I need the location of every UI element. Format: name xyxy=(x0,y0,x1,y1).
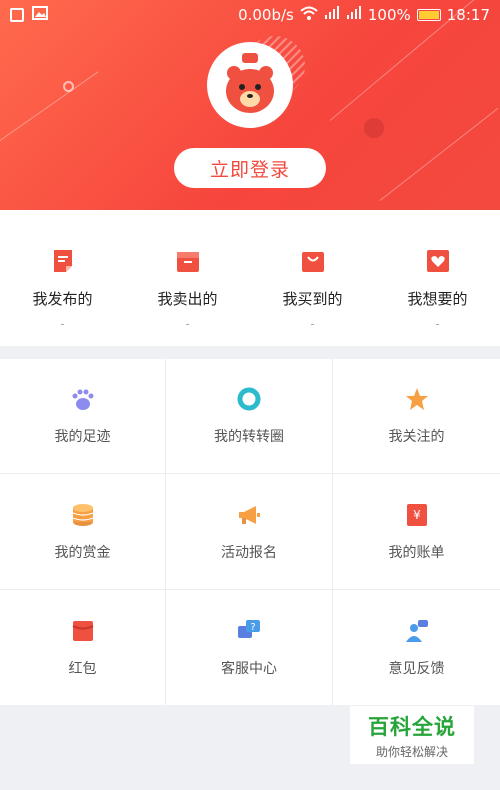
watermark-title: 百科全说 xyxy=(368,714,456,739)
wifi-icon xyxy=(300,6,318,24)
avatar[interactable] xyxy=(207,42,293,128)
menu-item-following[interactable]: 我关注的 xyxy=(333,359,500,474)
quick-item-sold[interactable]: 我卖出的 - xyxy=(125,210,250,346)
decoration-ring xyxy=(63,81,74,92)
quick-item-count: - xyxy=(435,317,440,331)
bear-mascot-icon xyxy=(226,53,274,113)
quick-item-count: - xyxy=(310,317,315,331)
menu-item-customer-service[interactable]: ? 客服中心 xyxy=(166,590,333,705)
menu-item-feedback[interactable]: 意见反馈 xyxy=(333,590,500,705)
battery-percent: 100% xyxy=(367,6,411,24)
circle-icon xyxy=(237,387,261,411)
quick-item-label: 我发布的 xyxy=(32,290,93,308)
decoration-line xyxy=(379,107,499,201)
red-packet-icon xyxy=(72,620,93,641)
menu-item-label: 我关注的 xyxy=(388,429,445,445)
megaphone-icon xyxy=(239,505,260,524)
quick-item-bought[interactable]: 我买到的 - xyxy=(250,210,375,346)
net-speed: 0.00b/s xyxy=(238,6,294,24)
wishlist-heart-icon xyxy=(426,250,449,272)
watermark-logo: 百科全说 助你轻松解决 xyxy=(350,706,474,764)
coins-icon xyxy=(72,503,93,526)
shopping-bag-icon xyxy=(301,252,324,272)
quick-item-count: - xyxy=(60,317,65,331)
quick-item-label: 我买到的 xyxy=(282,290,343,308)
decoration-dot xyxy=(364,118,384,138)
quick-item-published[interactable]: 我发布的 - xyxy=(0,210,125,346)
clock: 18:17 xyxy=(446,6,490,24)
menu-item-circle[interactable]: 我的转转圈 xyxy=(166,359,333,474)
decoration-line xyxy=(0,71,99,141)
quick-item-label: 我想要的 xyxy=(407,290,468,308)
box-icon xyxy=(176,252,199,272)
menu-item-bounty[interactable]: 我的赏金 xyxy=(0,474,166,590)
login-button[interactable]: 立即登录 xyxy=(174,148,326,188)
add-box-icon xyxy=(10,8,24,22)
paw-icon xyxy=(72,389,93,410)
image-icon xyxy=(32,6,48,24)
menu-item-footprints[interactable]: 我的足迹 xyxy=(0,359,166,474)
menu-item-label: 客服中心 xyxy=(221,660,277,677)
menu-item-label: 我的赏金 xyxy=(54,544,111,561)
menu-item-bills[interactable]: ¥ 我的账单 xyxy=(333,474,500,590)
svg-text:¥: ¥ xyxy=(413,508,421,522)
menu-item-red-packet[interactable]: 红包 xyxy=(0,590,166,705)
menu-grid: 我的足迹 我的转转圈 我关注的 我的赏金 活动报名 ¥ 我的账单 红包 ? 客服… xyxy=(0,359,500,705)
menu-item-label: 我的转转圈 xyxy=(214,429,284,445)
document-icon xyxy=(53,250,72,272)
menu-item-label: 意见反馈 xyxy=(388,660,445,677)
svg-text:?: ? xyxy=(250,622,255,633)
signal-icon xyxy=(324,6,340,24)
quick-item-label: 我卖出的 xyxy=(157,290,218,308)
quick-item-count: - xyxy=(185,317,190,331)
status-bar: 0.00b/s 100% 18:17 xyxy=(0,0,500,30)
menu-item-label: 我的足迹 xyxy=(54,429,111,445)
watermark-subtitle: 助你轻松解决 xyxy=(375,744,448,759)
menu-item-label: 我的账单 xyxy=(388,544,445,561)
menu-item-label: 活动报名 xyxy=(221,544,277,561)
battery-icon xyxy=(416,9,441,21)
feedback-icon xyxy=(405,619,428,642)
quick-item-wanted[interactable]: 我想要的 - xyxy=(375,210,500,346)
bill-icon: ¥ xyxy=(406,503,427,526)
signal-icon xyxy=(346,6,362,24)
customer-service-icon: ? xyxy=(238,619,260,638)
star-icon xyxy=(405,388,428,410)
quick-stats-bar: 我发布的 - 我卖出的 - 我买到的 - 我想要的 - xyxy=(0,210,500,346)
profile-header: 0.00b/s 100% 18:17 立即登录 xyxy=(0,0,500,210)
menu-item-events[interactable]: 活动报名 xyxy=(166,474,333,590)
menu-item-label: 红包 xyxy=(68,660,97,677)
